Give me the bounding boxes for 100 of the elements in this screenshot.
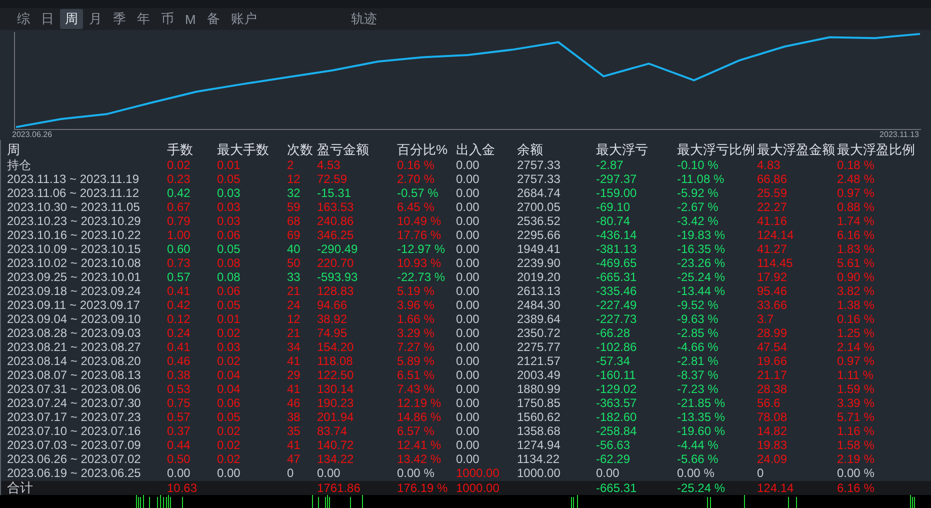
table-cell-text: 2484.30 bbox=[517, 298, 562, 312]
table-cell-text: 0.16 % bbox=[837, 312, 876, 326]
table-cell-text: 0.12 bbox=[167, 312, 192, 326]
table-cell-text: 5.19 % bbox=[397, 284, 436, 298]
table-cell-text: 78.08 bbox=[757, 410, 788, 424]
table-cell-text: 128.83 bbox=[317, 284, 355, 298]
table-cell-text: 94.66 bbox=[317, 298, 348, 312]
table-cell-text: 0.00 % bbox=[677, 466, 716, 480]
table-cell-text: 2023.06.19 ~ 2023.06.25 bbox=[7, 466, 142, 480]
table-cell-text: 2613.13 bbox=[517, 284, 562, 298]
column-header: 周 bbox=[7, 143, 21, 158]
table-cell-text: 0.00 bbox=[456, 158, 480, 172]
table-cell-text: 0.67 bbox=[167, 200, 192, 214]
tab[interactable]: 币 bbox=[156, 9, 179, 29]
table-cell-text: 190.23 bbox=[317, 396, 355, 410]
table-cell-text: 3.29 % bbox=[397, 326, 436, 340]
table-cell-text: 32 bbox=[287, 186, 302, 200]
table-cell-text: 2023.11.06 ~ 2023.11.12 bbox=[7, 186, 140, 200]
tab[interactable]: 年 bbox=[132, 9, 155, 29]
table-cell-text: 0.08 bbox=[217, 256, 242, 270]
table-cell-text: -160.11 bbox=[596, 368, 637, 382]
tab[interactable]: 账户 bbox=[226, 9, 262, 29]
table-cell-text: -23.26 % bbox=[677, 256, 726, 270]
table-cell-text: 41 bbox=[287, 382, 302, 396]
tab[interactable]: M bbox=[180, 10, 201, 28]
tab[interactable]: 月 bbox=[84, 9, 107, 29]
tab[interactable]: 日 bbox=[36, 9, 59, 29]
table-cell-text: 0.00 bbox=[596, 466, 620, 480]
table-cell-text: 1.58 % bbox=[837, 438, 876, 452]
table-cell-text: -290.49 bbox=[317, 242, 359, 256]
column-header: 出入金 bbox=[456, 143, 496, 158]
table-cell-text: 0.00 bbox=[456, 410, 480, 424]
table-cell-text: 47 bbox=[287, 452, 302, 466]
table-cell-text: -469.65 bbox=[596, 256, 638, 270]
table-cell-text: 0.00 bbox=[456, 200, 480, 214]
table-cell-text: 2389.64 bbox=[517, 312, 562, 326]
table-cell-text: 2023.07.17 ~ 2023.07.23 bbox=[7, 410, 142, 424]
table-cell-text: 6.57 % bbox=[397, 424, 436, 438]
table-cell-text: 2023.07.03 ~ 2023.07.09 bbox=[7, 438, 142, 452]
chart-label: 轨迹 bbox=[350, 10, 377, 28]
table-cell-text: 114.45 bbox=[757, 256, 794, 270]
table-cell-text: 3.96 % bbox=[397, 298, 436, 312]
table-cell-text: 0.03 bbox=[217, 214, 242, 228]
table-cell-text: -7.23 % bbox=[677, 382, 720, 396]
table-cell-text: 19.66 bbox=[757, 354, 788, 368]
table-cell-text: 22.27 bbox=[757, 200, 788, 214]
column-header: 最大浮盈金额 bbox=[757, 143, 836, 158]
table-cell-text: 0 bbox=[287, 466, 295, 480]
table-cell-text: 3.39 % bbox=[837, 396, 876, 410]
table-cell-text: 0.03 bbox=[217, 340, 242, 354]
tab[interactable]: 综 bbox=[12, 9, 35, 29]
table-cell-text: 0.00 bbox=[456, 382, 480, 396]
axis-label: 2023.11.13 bbox=[880, 130, 919, 140]
table-cell-text: 38 bbox=[287, 410, 302, 424]
table-cell-text: 2.48 % bbox=[837, 172, 876, 186]
table-cell-text: -80.74 bbox=[596, 214, 632, 228]
table-cell-text: 0.00 bbox=[456, 228, 480, 242]
table-cell-text: 2757.33 bbox=[517, 172, 562, 186]
table-cell-text: 2023.10.16 ~ 2023.10.22 bbox=[7, 228, 142, 242]
table-cell-text: -159.00 bbox=[596, 186, 638, 200]
table-cell-text: -21.85 % bbox=[677, 396, 726, 410]
table-cell-text: 0.00 bbox=[456, 214, 480, 228]
table-cell-text: 21.17 bbox=[757, 368, 788, 382]
table-cell-text: 0.53 bbox=[167, 382, 192, 396]
table-cell-text: 0.02 bbox=[217, 424, 242, 438]
table-cell-text: 134.22 bbox=[317, 452, 355, 466]
table-cell-text: -2.67 % bbox=[677, 200, 720, 214]
table-cell-text: 7.43 % bbox=[397, 382, 436, 396]
table-cell-text: 0.08 bbox=[217, 270, 242, 284]
column-header: 百分比% bbox=[397, 143, 449, 158]
table-cell-text: 0.00 bbox=[456, 270, 480, 284]
table-cell-text: 176.19 % bbox=[397, 481, 449, 495]
table-cell-text: 0.73 bbox=[167, 256, 192, 270]
table-cell-text: 1274.94 bbox=[517, 438, 562, 452]
table-cell-text: 0 bbox=[757, 466, 765, 480]
table-cell-text: -182.60 bbox=[596, 410, 638, 424]
table-cell-text: 1358.68 bbox=[517, 424, 562, 438]
table-cell-text: -593.93 bbox=[317, 270, 359, 284]
table-cell-text: 1.38 % bbox=[837, 298, 876, 312]
tab[interactable]: 周 bbox=[60, 9, 83, 29]
table-cell-text: 0.02 bbox=[217, 354, 242, 368]
column-header: 盈亏金额 bbox=[317, 143, 370, 158]
table-cell-text: 0.16 % bbox=[397, 158, 436, 172]
table-cell-text: 0.37 bbox=[167, 424, 192, 438]
table-cell-text: 10.93 % bbox=[397, 256, 442, 270]
table-cell-text: -381.13 bbox=[596, 242, 638, 256]
table-cell-text: 13.42 % bbox=[397, 452, 442, 466]
tab[interactable]: 季 bbox=[108, 9, 131, 29]
table-cell-text: 1949.41 bbox=[517, 242, 562, 256]
tab[interactable]: 备 bbox=[202, 9, 225, 29]
table-cell-text: 41.27 bbox=[757, 242, 788, 256]
table-cell-text: 2295.66 bbox=[517, 228, 562, 242]
table-cell-text: 124.14 bbox=[757, 481, 795, 495]
table-cell-text: -13.44 % bbox=[677, 284, 726, 298]
table-cell-text: 25.59 bbox=[757, 186, 788, 200]
table-cell-text: 0.00 % bbox=[837, 466, 876, 480]
table-cell-text: -297.37 bbox=[596, 172, 638, 186]
table-cell-text: -3.42 % bbox=[677, 214, 720, 228]
table-cell-text: 163.53 bbox=[317, 200, 355, 214]
table-cell-text: 19.83 bbox=[757, 438, 788, 452]
